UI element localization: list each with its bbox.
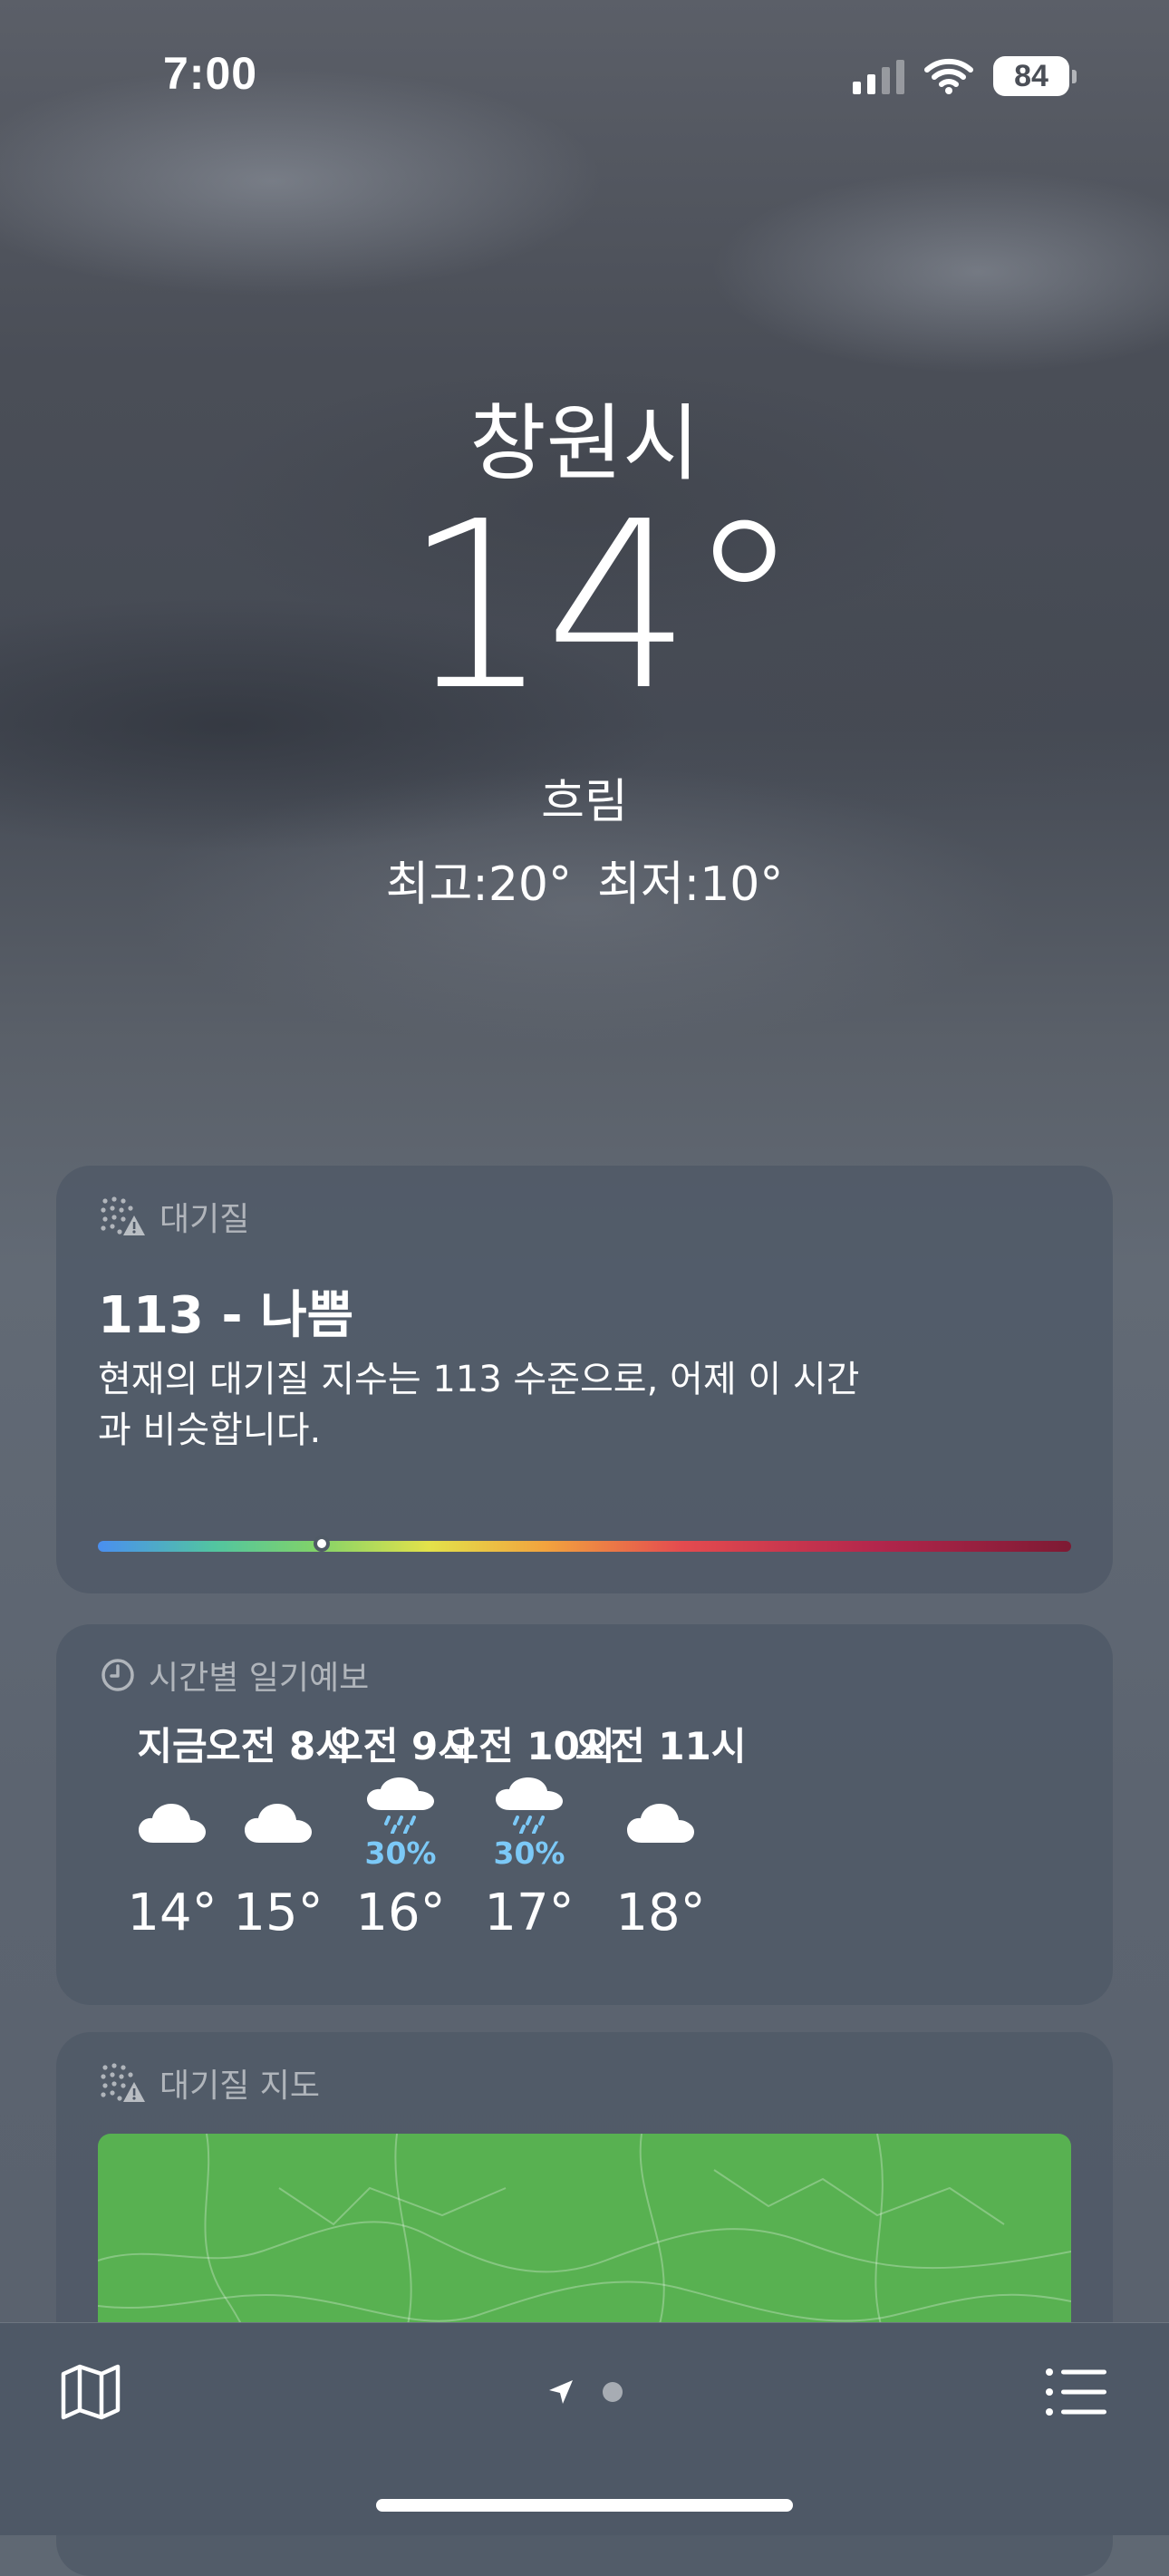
air-quality-description: 현재의 대기질 지수는 113 수준으로, 어제 이 시간과 비슷합니다. [98,1359,860,1451]
air-quality-card[interactable]: 대기질 113 - 나쁨 현재의 대기질 지수는 113 수준으로, 어제 이 … [56,1166,1113,1593]
hourly-forecast-card[interactable]: 시간별 일기예보 지금 14° 오전 8시 15° 오전 9시 30% 16° 오전 10시 3… [56,1624,1113,2005]
status-time: 7:00 [163,48,258,99]
list-icon [1046,2368,1106,2416]
clock-icon [101,1659,134,1691]
page-dot [603,2382,623,2402]
list-button[interactable] [1040,2356,1113,2428]
low-temperature: 최저:10° [597,857,784,912]
hourly-forecast-list: 지금 14° 오전 8시 15° 오전 9시 30% 16° 오전 10시 30% 17° 오전 1… [92,1719,1095,1991]
air-quality-level-marker [314,1535,331,1552]
air-quality-map-header: 대기질 지도 [100,2059,320,2106]
battery-icon: 84 [993,56,1077,96]
hourly-item: 오전 11시 18° [570,1719,751,1950]
home-indicator[interactable] [376,2499,793,2512]
high-low-temperature: 최고:20° 최저:10° [0,846,1169,914]
air-quality-value: 113 - 나쁨 [98,1286,354,1345]
hourly-forecast-header: 시간별 일기예보 [100,1651,369,1699]
current-temperature: 14° [403,472,802,741]
weather-condition: 흐림 [541,775,628,829]
precipitation-chance: 30% [493,1835,565,1871]
page-indicator[interactable] [0,2377,1169,2407]
air-quality-icon [101,1196,145,1235]
cellular-signal-icon [853,58,904,94]
status-icons: 84 [853,56,1077,96]
air-quality-map-title: 대기질 지도 [159,2068,321,2105]
cloud-icon [570,1774,751,1874]
air-quality-scale-bar [98,1535,1071,1552]
hourly-temperature: 18° [615,1884,706,1942]
location-arrow-icon [549,2380,573,2404]
air-quality-header: 대기질 [100,1193,249,1240]
air-quality-title: 대기질 [159,1201,250,1238]
hourly-forecast-title: 시간별 일기예보 [149,1660,370,1697]
high-temperature: 최고:20° [385,857,572,912]
hourly-time-label: 오전 11시 [575,1724,747,1768]
wifi-icon [924,58,973,94]
air-quality-icon [101,2063,145,2102]
precipitation-chance: 30% [364,1835,437,1871]
